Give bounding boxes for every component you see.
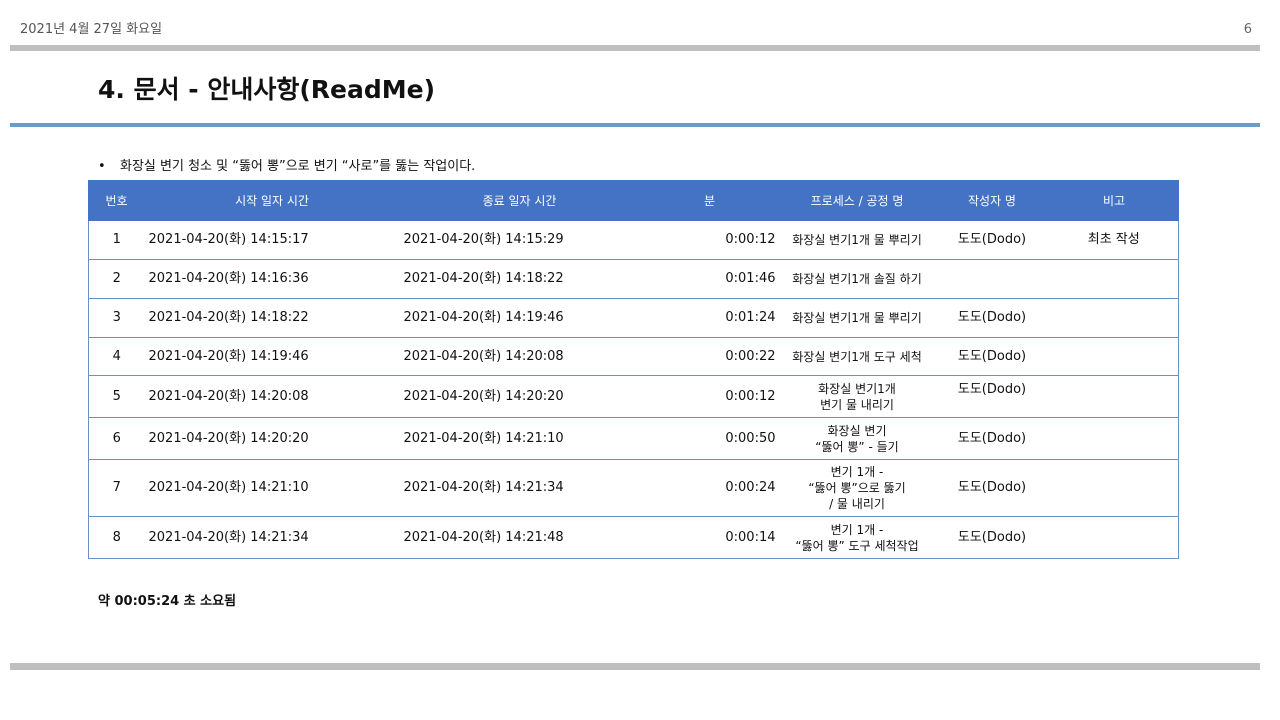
description-text: 화장실 변기 청소 및 “뚫어 뽕”으로 변기 “사로”를 뚫는 작업이다. (120, 159, 476, 174)
cell-minutes: 0:00:24 (639, 459, 780, 517)
top-divider (10, 45, 1260, 51)
cell-number: 6 (88, 417, 145, 460)
cell-end: 2021-04-20(화) 14:21:34 (399, 459, 640, 517)
table-row: 5 2021-04-20(화) 14:20:08 2021-04-20(화) 1… (88, 375, 1179, 418)
header-author: 작성자 명 (934, 180, 1050, 221)
bottom-divider (10, 663, 1260, 670)
cell-note: 최초 작성 (1049, 220, 1179, 260)
header-end-time: 종료 일자 시간 (399, 180, 640, 221)
cell-note (1049, 298, 1179, 338)
cell-process: 화장실 변기1개 물 뿌리기 (779, 298, 935, 338)
cell-end: 2021-04-20(화) 14:21:48 (399, 516, 640, 559)
cell-process: 변기 1개 - “뚫어 뽕” 도구 세척작업 (779, 516, 935, 559)
cell-process: 화장실 변기1개 물 뿌리기 (779, 220, 935, 260)
cell-note (1049, 337, 1179, 376)
header-date: 2021년 4월 27일 화요일 (20, 22, 163, 37)
cell-start: 2021-04-20(화) 14:20:08 (144, 375, 400, 418)
cell-start: 2021-04-20(화) 14:21:10 (144, 459, 400, 517)
header-note: 비고 (1049, 180, 1179, 221)
cell-start: 2021-04-20(화) 14:15:17 (144, 220, 400, 260)
table-row: 7 2021-04-20(화) 14:21:10 2021-04-20(화) 1… (88, 459, 1179, 517)
bullet-marker: • (98, 159, 106, 174)
cell-minutes: 0:00:22 (639, 337, 780, 376)
cell-note (1049, 375, 1179, 418)
cell-end: 2021-04-20(화) 14:15:29 (399, 220, 640, 260)
cell-author: 도도(Dodo) (934, 337, 1050, 376)
cell-number: 3 (88, 298, 145, 338)
total-duration-summary: 약 00:05:24 초 소요됨 (98, 594, 237, 609)
cell-end: 2021-04-20(화) 14:20:20 (399, 375, 640, 418)
header-number: 번호 (88, 180, 145, 221)
cell-end: 2021-04-20(화) 14:19:46 (399, 298, 640, 338)
cell-end: 2021-04-20(화) 14:18:22 (399, 259, 640, 299)
header-minutes: 분 (639, 180, 780, 221)
cell-number: 5 (88, 375, 145, 418)
cell-process: 화장실 변기1개 솔질 하기 (779, 259, 935, 299)
cell-author: 도도(Dodo) (934, 417, 1050, 460)
cell-author: 도도(Dodo) (934, 375, 1050, 418)
cell-process: 변기 1개 - “뚫어 뽕”으로 뚫기 / 물 내리기 (779, 459, 935, 517)
cell-start: 2021-04-20(화) 14:18:22 (144, 298, 400, 338)
cell-note (1049, 516, 1179, 559)
table-header-row: 번호 시작 일자 시간 종료 일자 시간 분 프로세스 / 공정 명 작성자 명… (88, 180, 1179, 221)
cell-note (1049, 459, 1179, 517)
cell-start: 2021-04-20(화) 14:19:46 (144, 337, 400, 376)
header-start-time: 시작 일자 시간 (144, 180, 400, 221)
cell-start: 2021-04-20(화) 14:21:34 (144, 516, 400, 559)
cell-author: 도도(Dodo) (934, 298, 1050, 338)
title-underline (10, 123, 1260, 127)
table-row: 6 2021-04-20(화) 14:20:20 2021-04-20(화) 1… (88, 417, 1179, 460)
cell-note (1049, 417, 1179, 460)
table-row: 8 2021-04-20(화) 14:21:34 2021-04-20(화) 1… (88, 516, 1179, 559)
page-title: 4. 문서 - 안내사항(ReadMe) (98, 75, 436, 104)
cell-minutes: 0:00:12 (639, 375, 780, 418)
cell-author: 도도(Dodo) (934, 516, 1050, 559)
cell-start: 2021-04-20(화) 14:20:20 (144, 417, 400, 460)
cell-minutes: 0:00:50 (639, 417, 780, 460)
cell-end: 2021-04-20(화) 14:21:10 (399, 417, 640, 460)
header-process: 프로세스 / 공정 명 (779, 180, 935, 221)
cell-author: 도도(Dodo) (934, 220, 1050, 260)
page-number: 6 (1243, 22, 1252, 37)
process-log-table: 번호 시작 일자 시간 종료 일자 시간 분 프로세스 / 공정 명 작성자 명… (88, 180, 1179, 559)
cell-author (934, 259, 1050, 299)
cell-number: 7 (88, 459, 145, 517)
cell-number: 1 (88, 220, 145, 260)
cell-end: 2021-04-20(화) 14:20:08 (399, 337, 640, 376)
table-row: 1 2021-04-20(화) 14:15:17 2021-04-20(화) 1… (88, 220, 1179, 260)
cell-minutes: 0:00:12 (639, 220, 780, 260)
cell-minutes: 0:01:46 (639, 259, 780, 299)
cell-minutes: 0:00:14 (639, 516, 780, 559)
cell-note (1049, 259, 1179, 299)
cell-process: 화장실 변기1개 도구 세척 (779, 337, 935, 376)
cell-minutes: 0:01:24 (639, 298, 780, 338)
table-row: 2 2021-04-20(화) 14:16:36 2021-04-20(화) 1… (88, 259, 1179, 299)
description-bullet: • 화장실 변기 청소 및 “뚫어 뽕”으로 변기 “사로”를 뚫는 작업이다. (98, 155, 475, 174)
cell-process: 화장실 변기 “뚫어 뽕” - 들기 (779, 417, 935, 460)
cell-number: 4 (88, 337, 145, 376)
cell-author: 도도(Dodo) (934, 459, 1050, 517)
cell-process: 화장실 변기1개 변기 물 내리기 (779, 375, 935, 418)
cell-number: 8 (88, 516, 145, 559)
table-row: 4 2021-04-20(화) 14:19:46 2021-04-20(화) 1… (88, 337, 1179, 376)
cell-start: 2021-04-20(화) 14:16:36 (144, 259, 400, 299)
cell-number: 2 (88, 259, 145, 299)
table-row: 3 2021-04-20(화) 14:18:22 2021-04-20(화) 1… (88, 298, 1179, 338)
